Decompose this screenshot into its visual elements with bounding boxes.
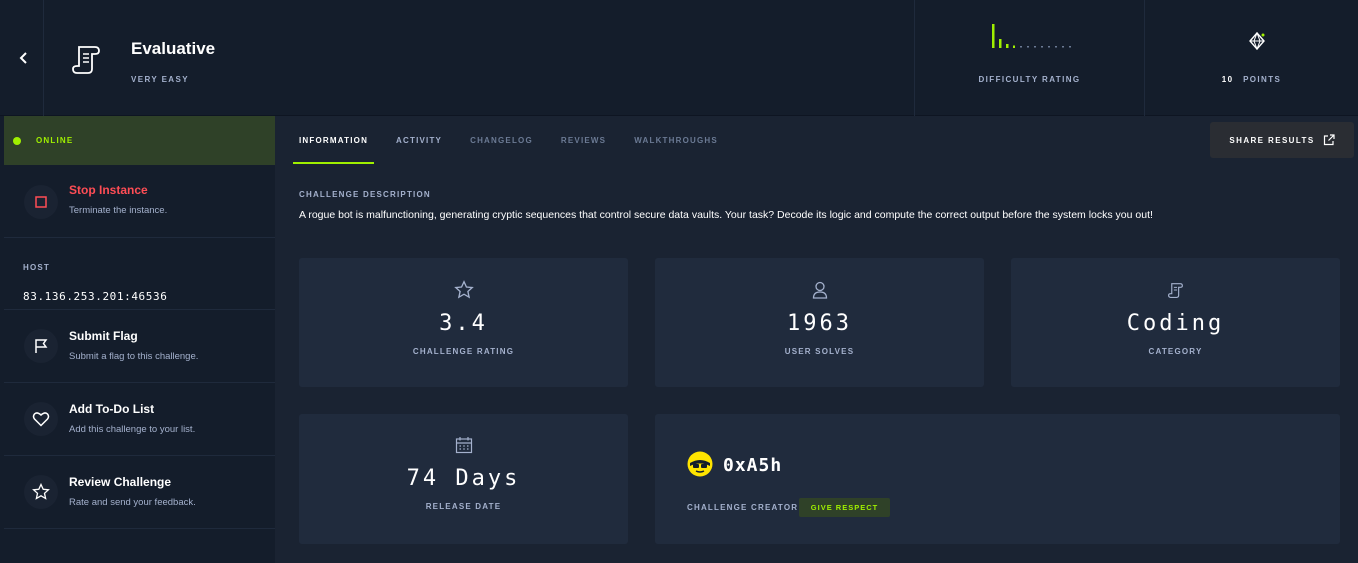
stop-instance-desc: Terminate the instance. bbox=[69, 205, 168, 216]
stop-instance-title: Stop Instance bbox=[69, 183, 148, 197]
points-label: POINTS bbox=[1243, 75, 1282, 84]
sidebar: ONLINE Stop Instance Terminate the insta… bbox=[4, 116, 275, 563]
points-value: 10 bbox=[1221, 75, 1234, 84]
creator-card: 0xA5h CHALLENGE CREATOR GIVE RESPECT bbox=[655, 414, 1340, 544]
creator-label: CHALLENGE CREATOR bbox=[687, 503, 799, 512]
main-content: INFORMATION ACTIVITY CHANGELOG REVIEWS W… bbox=[275, 116, 1358, 563]
star-icon bbox=[32, 483, 50, 500]
points-label-row: 10 POINTS bbox=[1145, 75, 1358, 84]
add-todo-title: Add To-Do List bbox=[69, 402, 155, 416]
external-link-icon bbox=[1323, 134, 1335, 146]
release-date-value: 74 Days bbox=[406, 466, 521, 491]
host-label: HOST bbox=[23, 263, 51, 272]
points-panel: 10 POINTS bbox=[1144, 0, 1358, 116]
heart-icon bbox=[32, 412, 50, 427]
review-challenge-button[interactable]: Review Challenge Rate and send your feed… bbox=[4, 456, 275, 529]
user-icon bbox=[812, 281, 827, 299]
stop-icon-wrap bbox=[24, 185, 58, 219]
add-todo-desc: Add this challenge to your list. bbox=[69, 424, 196, 435]
scroll-icon bbox=[1167, 283, 1183, 298]
creator-avatar[interactable] bbox=[687, 451, 713, 477]
submit-flag-button[interactable]: Submit Flag Submit a flag to this challe… bbox=[4, 310, 275, 383]
give-respect-button[interactable]: GIVE RESPECT bbox=[799, 498, 890, 517]
challenge-rating-card: 3.4 CHALLENGE RATING bbox=[299, 258, 628, 387]
challenge-header: Evaluative VERY EASY DIFFICULTY RATING 1… bbox=[0, 0, 1358, 116]
tab-changelog[interactable]: CHANGELOG bbox=[470, 116, 533, 164]
user-solves-card: 1963 USER SOLVES bbox=[655, 258, 984, 387]
creator-name[interactable]: 0xA5h bbox=[723, 455, 782, 476]
share-results-label: SHARE RESULTS bbox=[1229, 135, 1315, 145]
description-text: A rogue bot is malfunctioning, generatin… bbox=[299, 209, 1153, 221]
difficulty-rating-label: DIFFICULTY RATING bbox=[978, 75, 1081, 84]
user-solves-value: 1963 bbox=[787, 311, 852, 336]
user-solves-label: USER SOLVES bbox=[784, 347, 855, 356]
tab-bar: INFORMATION ACTIVITY CHANGELOG REVIEWS W… bbox=[293, 116, 746, 164]
calendar-icon bbox=[455, 437, 472, 454]
submit-flag-title: Submit Flag bbox=[69, 329, 138, 343]
share-results-button[interactable]: SHARE RESULTS bbox=[1210, 122, 1354, 158]
chevron-left-icon bbox=[19, 52, 27, 64]
add-todo-button[interactable]: Add To-Do List Add this challenge to you… bbox=[4, 383, 275, 456]
challenge-title: Evaluative bbox=[131, 39, 216, 58]
tab-walkthroughs[interactable]: WALKTHROUGHS bbox=[634, 116, 718, 164]
back-button[interactable] bbox=[4, 0, 44, 116]
heart-icon-wrap bbox=[24, 402, 58, 436]
diamond-icon bbox=[1249, 32, 1265, 50]
scroll-icon bbox=[72, 46, 100, 74]
flag-icon bbox=[35, 339, 48, 353]
category-value: Coding bbox=[1126, 311, 1225, 336]
host-block: HOST 83.136.253.201:46536 bbox=[4, 238, 275, 310]
stop-icon bbox=[35, 196, 47, 208]
tab-reviews[interactable]: REVIEWS bbox=[561, 116, 606, 164]
description-label: CHALLENGE DESCRIPTION bbox=[299, 190, 431, 199]
star-icon bbox=[453, 280, 474, 299]
category-label: CATEGORY bbox=[1148, 347, 1203, 356]
category-card: Coding CATEGORY bbox=[1011, 258, 1340, 387]
tab-information[interactable]: INFORMATION bbox=[293, 116, 375, 164]
challenge-rating-value: 3.4 bbox=[439, 311, 488, 336]
status-dot bbox=[13, 136, 21, 145]
stop-instance-button[interactable]: Stop Instance Terminate the instance. bbox=[4, 165, 275, 238]
review-challenge-title: Review Challenge bbox=[69, 475, 172, 489]
difficulty-text: VERY EASY bbox=[131, 75, 189, 84]
review-challenge-desc: Rate and send your feedback. bbox=[69, 497, 196, 508]
tab-activity[interactable]: ACTIVITY bbox=[396, 116, 442, 164]
host-value[interactable]: 83.136.253.201:46536 bbox=[23, 290, 167, 303]
release-date-label: RELEASE DATE bbox=[425, 502, 502, 511]
difficulty-bar-chart bbox=[992, 24, 1071, 48]
flag-icon-wrap bbox=[24, 329, 58, 363]
release-date-card: 74 Days RELEASE DATE bbox=[299, 414, 628, 544]
star-icon-wrap bbox=[24, 475, 58, 509]
submit-flag-desc: Submit a flag to this challenge. bbox=[69, 351, 199, 362]
difficulty-rating-panel: DIFFICULTY RATING bbox=[914, 0, 1144, 116]
status-bar: ONLINE bbox=[4, 116, 275, 165]
challenge-rating-label: CHALLENGE RATING bbox=[412, 347, 515, 356]
status-text: ONLINE bbox=[36, 136, 74, 145]
